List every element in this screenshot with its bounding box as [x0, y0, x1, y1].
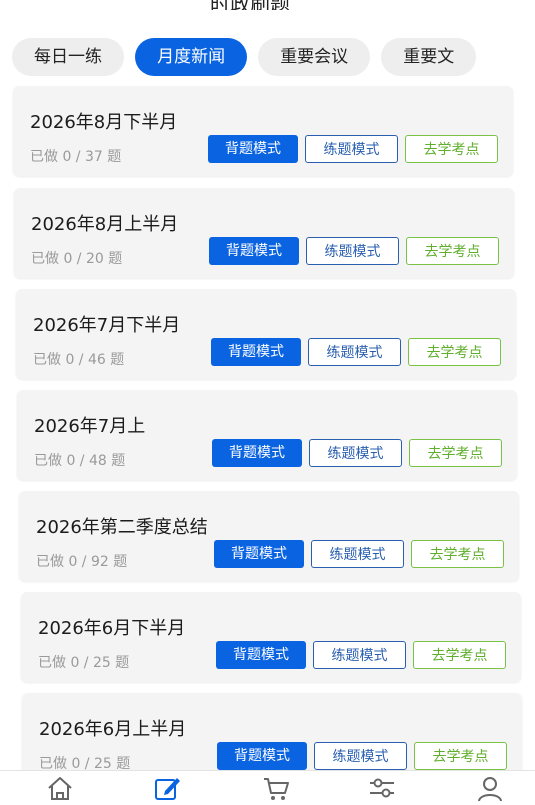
recite-mode-button[interactable]: 背题模式	[211, 338, 301, 366]
study-points-button[interactable]: 去学考点	[411, 540, 504, 568]
set-title: 2026年6月下半月	[38, 618, 186, 639]
recite-mode-button[interactable]: 背题模式	[216, 641, 306, 669]
question-set-card: 2026年第二季度总结 已做 0 / 92 题 背题模式 练题模式 去学考点	[19, 491, 519, 581]
question-set-card: 2026年6月下半月 已做 0 / 25 题 背题模式 练题模式 去学考点	[21, 592, 521, 682]
tab-important-documents[interactable]: 重要文	[381, 38, 477, 76]
practice-mode-button[interactable]: 练题模式	[314, 742, 407, 770]
recite-mode-button[interactable]: 背题模式	[212, 439, 302, 467]
set-title: 2026年6月上半月	[39, 719, 187, 740]
page-title: 时政刷题	[210, 0, 290, 10]
user-icon[interactable]	[476, 775, 504, 802]
question-set-card: 2026年8月下半月 已做 0 / 37 题 背题模式 练题模式 去学考点	[13, 86, 513, 176]
study-points-button[interactable]: 去学考点	[408, 338, 501, 366]
study-points-button[interactable]: 去学考点	[409, 439, 502, 467]
set-title: 2026年8月下半月	[30, 112, 178, 133]
study-points-button[interactable]: 去学考点	[414, 742, 507, 770]
set-progress: 已做 0 / 37 题	[30, 149, 122, 165]
bottom-navigation	[0, 770, 535, 802]
recite-mode-button[interactable]: 背题模式	[209, 237, 299, 265]
set-title: 2026年8月上半月	[31, 214, 179, 235]
set-progress: 已做 0 / 25 题	[38, 655, 130, 671]
category-tabs: 每日一练 月度新闻 重要会议 重要文	[12, 38, 535, 80]
recite-mode-button[interactable]: 背题模式	[217, 742, 307, 770]
question-set-card: 2026年7月下半月 已做 0 / 46 题 背题模式 练题模式 去学考点	[16, 289, 516, 379]
practice-mode-button[interactable]: 练题模式	[305, 135, 398, 163]
set-title: 2026年7月上	[34, 416, 146, 437]
set-progress: 已做 0 / 92 题	[36, 554, 128, 570]
question-set-card: 2026年8月上半月 已做 0 / 20 题 背题模式 练题模式 去学考点	[14, 188, 514, 278]
study-points-button[interactable]: 去学考点	[413, 641, 506, 669]
practice-mode-button[interactable]: 练题模式	[306, 237, 399, 265]
practice-mode-button[interactable]: 练题模式	[309, 439, 402, 467]
recite-mode-button[interactable]: 背题模式	[214, 540, 304, 568]
question-set-card: 2026年7月上 已做 0 / 48 题 背题模式 练题模式 去学考点	[17, 390, 517, 480]
home-icon[interactable]	[46, 775, 74, 801]
sliders-icon[interactable]	[368, 775, 396, 801]
tab-daily-practice[interactable]: 每日一练	[12, 38, 124, 76]
tab-important-meetings[interactable]: 重要会议	[258, 38, 371, 76]
practice-mode-button[interactable]: 练题模式	[308, 338, 401, 366]
set-progress: 已做 0 / 46 题	[33, 352, 125, 368]
practice-mode-button[interactable]: 练题模式	[313, 641, 406, 669]
edit-icon[interactable]	[153, 775, 181, 801]
set-progress: 已做 0 / 48 题	[34, 453, 126, 469]
set-progress: 已做 0 / 20 题	[31, 251, 123, 267]
set-title: 2026年第二季度总结	[36, 517, 208, 538]
tab-monthly-news[interactable]: 月度新闻	[135, 38, 248, 76]
top-bar: 时政刷题	[0, 0, 535, 10]
set-title: 2026年7月下半月	[33, 315, 181, 336]
recite-mode-button[interactable]: 背题模式	[208, 135, 298, 163]
study-points-button[interactable]: 去学考点	[406, 237, 499, 265]
study-points-button[interactable]: 去学考点	[405, 135, 498, 163]
cart-icon[interactable]	[262, 775, 290, 801]
practice-mode-button[interactable]: 练题模式	[311, 540, 404, 568]
